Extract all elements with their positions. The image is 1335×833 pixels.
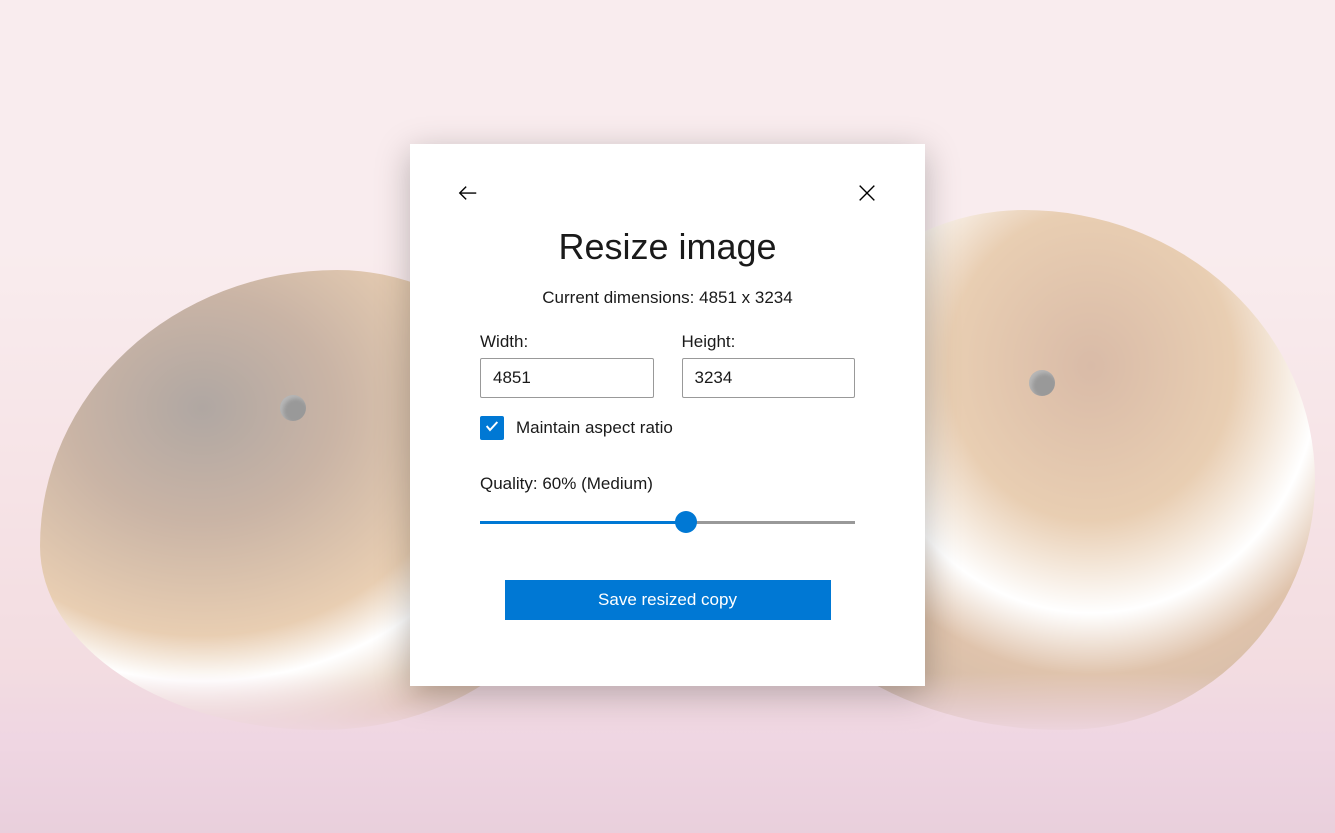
width-label: Width: bbox=[480, 332, 654, 352]
resize-image-dialog: Resize image Current dimensions: 4851 x … bbox=[410, 144, 925, 686]
check-icon bbox=[484, 418, 500, 439]
current-dimensions-text: Current dimensions: 4851 x 3234 bbox=[410, 288, 925, 308]
height-label: Height: bbox=[682, 332, 856, 352]
dialog-title: Resize image bbox=[410, 226, 925, 268]
arrow-left-icon bbox=[457, 182, 479, 207]
aspect-ratio-checkbox[interactable] bbox=[480, 416, 504, 440]
aspect-ratio-label: Maintain aspect ratio bbox=[516, 418, 673, 438]
quality-label: Quality: 60% (Medium) bbox=[480, 474, 855, 494]
back-button[interactable] bbox=[450, 176, 486, 212]
slider-thumb[interactable] bbox=[675, 511, 697, 533]
width-input[interactable] bbox=[480, 358, 654, 398]
quality-slider[interactable] bbox=[480, 510, 855, 534]
close-icon bbox=[856, 182, 878, 207]
height-input[interactable] bbox=[682, 358, 856, 398]
close-button[interactable] bbox=[849, 176, 885, 212]
save-resized-copy-button[interactable]: Save resized copy bbox=[505, 580, 831, 620]
